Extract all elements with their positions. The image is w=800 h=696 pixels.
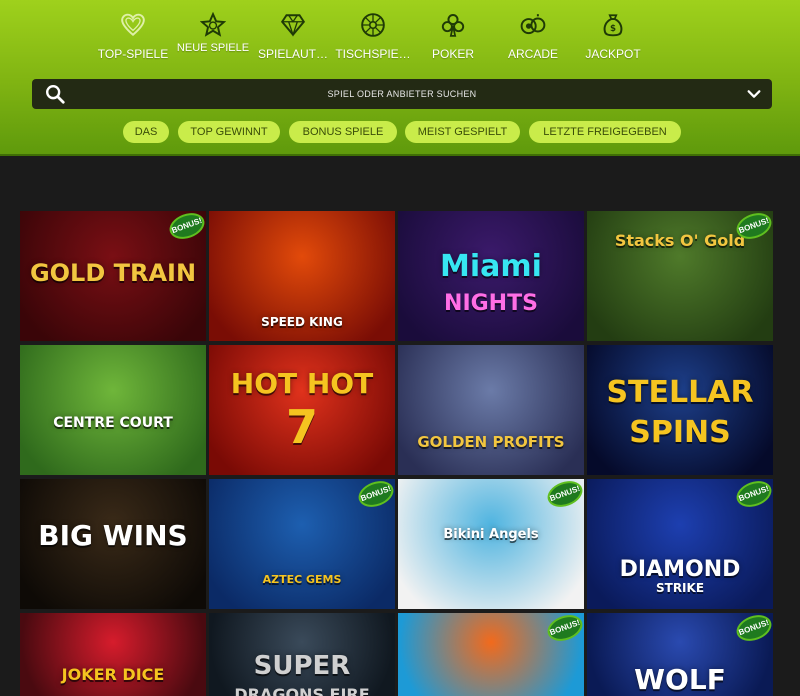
filter-letzte-freigegeben[interactable]: LETZTE FREIGEGEBEN: [529, 121, 681, 143]
game-tile[interactable]: SPEED KING: [209, 211, 395, 341]
category-top-spiele[interactable]: TOP-SPIELE: [90, 8, 176, 70]
game-thumbnail: [398, 345, 584, 475]
game-subtitle: 7: [285, 400, 318, 454]
filter-das[interactable]: DAS: [123, 121, 169, 143]
game-title: Bikini Angels: [443, 527, 539, 542]
game-tile[interactable]: BIG WINS: [20, 479, 206, 609]
arcade-icon: [520, 14, 546, 35]
game-tile[interactable]: Stacks O' Gold BONUS!: [587, 211, 773, 341]
game-tile[interactable]: WOLF BONUS!: [587, 613, 773, 696]
game-thumbnail: [587, 345, 773, 475]
filter-meist-gespielt[interactable]: MEIST GESPIELT: [405, 121, 520, 143]
diamond-icon: [280, 14, 306, 37]
category-spielautomaten[interactable]: SPIELAUT…: [250, 8, 336, 70]
category-neue-spiele[interactable]: NEUE SPIELE: [170, 8, 256, 70]
category-label: TISCHSPIE…: [335, 48, 411, 60]
game-tile[interactable]: Miami NIGHTS: [398, 211, 584, 341]
category-label: JACKPOT: [585, 48, 641, 60]
game-tile[interactable]: Bikini Angels BONUS!: [398, 479, 584, 609]
game-subtitle: NIGHTS: [444, 291, 538, 316]
game-title: STELLAR: [606, 375, 754, 410]
svg-text:$: $: [610, 24, 616, 34]
category-label: TOP-SPIELE: [97, 48, 169, 60]
game-title: CENTRE COURT: [53, 415, 173, 431]
top-bar: TOP-SPIELE NEUE SPIELE SPIELAUT… TISCHSP…: [0, 0, 800, 156]
game-thumbnail: [20, 345, 206, 475]
game-tile[interactable]: HOT HOT 7: [209, 345, 395, 475]
game-title: SPEED KING: [261, 315, 343, 329]
filter-pills: DAS TOP GEWINNT BONUS SPIELE MEIST GESPI…: [0, 121, 800, 143]
category-poker[interactable]: POKER: [410, 8, 496, 70]
search-placeholder[interactable]: SPIEL ODER ANBIETER SUCHEN: [32, 79, 772, 109]
game-tile[interactable]: CENTRE COURT: [20, 345, 206, 475]
game-subtitle: DRAGONS FIRE: [234, 685, 370, 696]
game-tile[interactable]: SUPER DRAGONS FIRE: [209, 613, 395, 696]
category-tischspiele[interactable]: TISCHSPIE…: [330, 8, 416, 70]
chevron-down-icon[interactable]: [746, 86, 762, 102]
filter-bonus-spiele[interactable]: BONUS SPIELE: [289, 121, 397, 143]
heart-icon: [121, 13, 145, 37]
game-title: GOLD TRAIN: [29, 259, 197, 287]
search-bar[interactable]: SPIEL ODER ANBIETER SUCHEN: [32, 79, 772, 109]
game-title: JOKER DICE: [61, 665, 165, 684]
category-jackpot[interactable]: $ JACKPOT: [570, 8, 656, 70]
game-title: BIG WINS: [38, 519, 188, 552]
star-icon: [200, 12, 226, 37]
category-label: POKER: [431, 48, 474, 60]
category-nav: TOP-SPIELE NEUE SPIELE SPIELAUT… TISCHSP…: [90, 8, 750, 70]
game-tile[interactable]: JOKER DICE: [20, 613, 206, 696]
game-title: AZTEC GEMS: [262, 573, 342, 586]
game-title: HOT HOT: [230, 367, 374, 400]
game-tile[interactable]: STELLAR SPINS: [587, 345, 773, 475]
game-title: DIAMOND: [619, 557, 741, 582]
category-label: ARCADE: [507, 48, 558, 60]
game-grid: GOLD TRAIN BONUS! SPEED KING Miami NIGHTS Sta…: [20, 211, 776, 696]
game-subtitle: STRIKE: [655, 581, 705, 595]
club-icon: [441, 14, 465, 37]
game-subtitle: SPINS: [629, 415, 731, 450]
game-tile[interactable]: BONUS!: [398, 613, 584, 696]
game-title: WOLF: [634, 663, 726, 696]
filter-top-gewinnt[interactable]: TOP GEWINNT: [178, 121, 280, 143]
roulette-icon: [361, 13, 385, 37]
game-title: SUPER: [253, 651, 351, 681]
category-label: SPIELAUT…: [257, 48, 329, 60]
category-label: NEUE SPIELE: [176, 43, 250, 54]
game-title: Miami: [440, 249, 542, 284]
money-bag-icon: $: [603, 14, 623, 37]
game-tile[interactable]: GOLDEN PROFITS: [398, 345, 584, 475]
game-title: GOLDEN PROFITS: [417, 433, 565, 451]
game-tile[interactable]: DIAMOND STRIKE BONUS!: [587, 479, 773, 609]
category-arcade[interactable]: ARCADE: [490, 8, 576, 70]
game-tile[interactable]: AZTEC GEMS BONUS!: [209, 479, 395, 609]
game-tile[interactable]: GOLD TRAIN BONUS!: [20, 211, 206, 341]
